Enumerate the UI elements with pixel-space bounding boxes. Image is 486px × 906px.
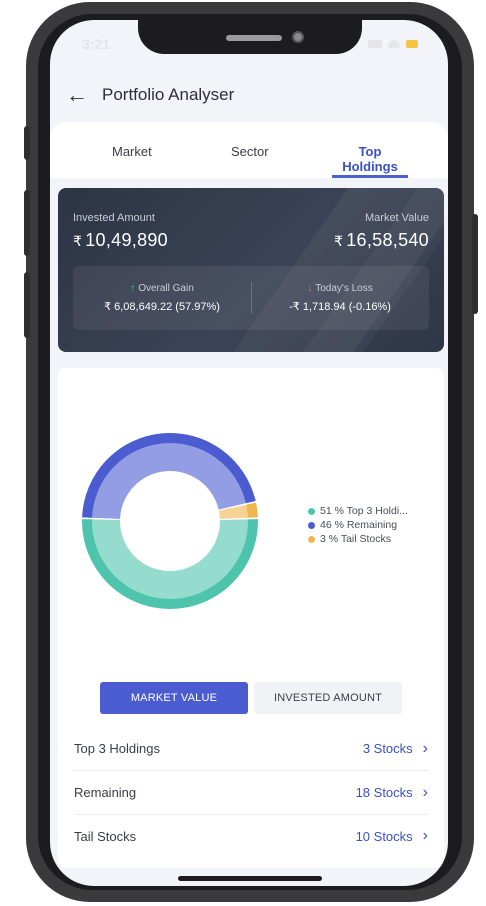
battery-icon (406, 40, 418, 48)
status-icons (368, 40, 418, 48)
chevron-right-icon: › (422, 783, 428, 801)
speaker (226, 35, 282, 41)
holding-row-top3[interactable]: Top 3 Holdings 3 Stocks › (74, 727, 428, 771)
legend-item-remaining: 46 % Remaining (308, 518, 408, 532)
tab-top-holdings[interactable]: Top Holdings (332, 144, 408, 178)
arrow-left-icon[interactable]: ← (66, 82, 96, 108)
camera-icon (292, 31, 304, 43)
market-value-button[interactable]: MARKET VALUE (100, 682, 248, 714)
overall-gain-label: ↑ Overall Gain (130, 283, 194, 294)
tab-sector[interactable]: Sector (231, 144, 269, 178)
invested-amount-label: Invested Amount (73, 212, 155, 224)
todays-loss-value: -₹ 1,718.94 (-0.16%) (289, 301, 391, 313)
holding-name: Tail Stocks (74, 828, 137, 844)
legend-item-top3: 51 % Top 3 Holdi... (308, 504, 408, 518)
holdings-card: 51 % Top 3 Holdi... 46 % Remaining 3 % T… (58, 368, 444, 868)
header: ← Portfolio Analyser (66, 82, 234, 108)
holding-count[interactable]: 18 Stocks › (356, 784, 428, 802)
gain-loss-box: ↑ Overall Gain ₹ 6,08,649.22 (57.97%) ↓ To… (73, 266, 429, 330)
portfolio-summary-card: Invested Amount ₹10,49,890 Market Value … (58, 188, 444, 352)
legend-item-tail: 3 % Tail Stocks (308, 532, 408, 546)
donut-slice-tail[interactable] (246, 502, 258, 518)
notch (138, 20, 362, 54)
invested-amount-button[interactable]: INVESTED AMOUNT (254, 682, 402, 714)
chevron-right-icon: › (422, 827, 428, 844)
chevron-right-icon: › (422, 739, 428, 757)
market-value-label: Market Value (365, 212, 429, 224)
volume-down-button (24, 272, 30, 338)
status-time: 3:21 (82, 36, 111, 52)
overall-gain-value: ₹ 6,08,649.22 (57.97%) (104, 301, 220, 313)
holding-count[interactable]: 3 Stocks › (363, 740, 428, 758)
holding-count[interactable]: 10 Stocks › (356, 827, 428, 845)
chart-legend: 51 % Top 3 Holdi... 46 % Remaining 3 % T… (308, 504, 408, 546)
page-title: Portfolio Analyser (102, 85, 235, 104)
donut-slice-remaining-inner (88, 439, 250, 519)
app-screen: 3:21 ← Portfolio Analyser Market Sector … (50, 20, 448, 886)
home-indicator (178, 876, 322, 881)
volume-up-button (24, 190, 30, 256)
power-button (472, 214, 478, 314)
tab-market[interactable]: Market (112, 144, 152, 178)
legend-dot (308, 535, 315, 543)
arrow-up-icon: ↑ (130, 283, 136, 294)
holding-name: Top 3 Holdings (74, 741, 160, 756)
donut-slice-top3-inner (87, 519, 252, 604)
arrow-down-icon: ↓ (307, 283, 313, 294)
invested-amount-value: ₹10,49,890 (73, 230, 168, 250)
holdings-donut-chart (82, 432, 258, 610)
tab-bar: Market Sector Top Holdings (50, 122, 448, 178)
holding-name: Remaining (74, 785, 137, 800)
mute-switch (24, 126, 30, 160)
holding-row-tail[interactable]: Tail Stocks 10 Stocks › (74, 814, 428, 858)
legend-dot (308, 507, 315, 515)
holding-row-remaining[interactable]: Remaining 18 Stocks › (74, 771, 428, 815)
market-value-value: ₹16,58,540 (334, 230, 429, 250)
legend-dot (308, 521, 315, 529)
signal-icon (368, 40, 382, 48)
wifi-icon (388, 40, 400, 48)
todays-loss-label: ↓ Today's Loss (307, 283, 373, 294)
